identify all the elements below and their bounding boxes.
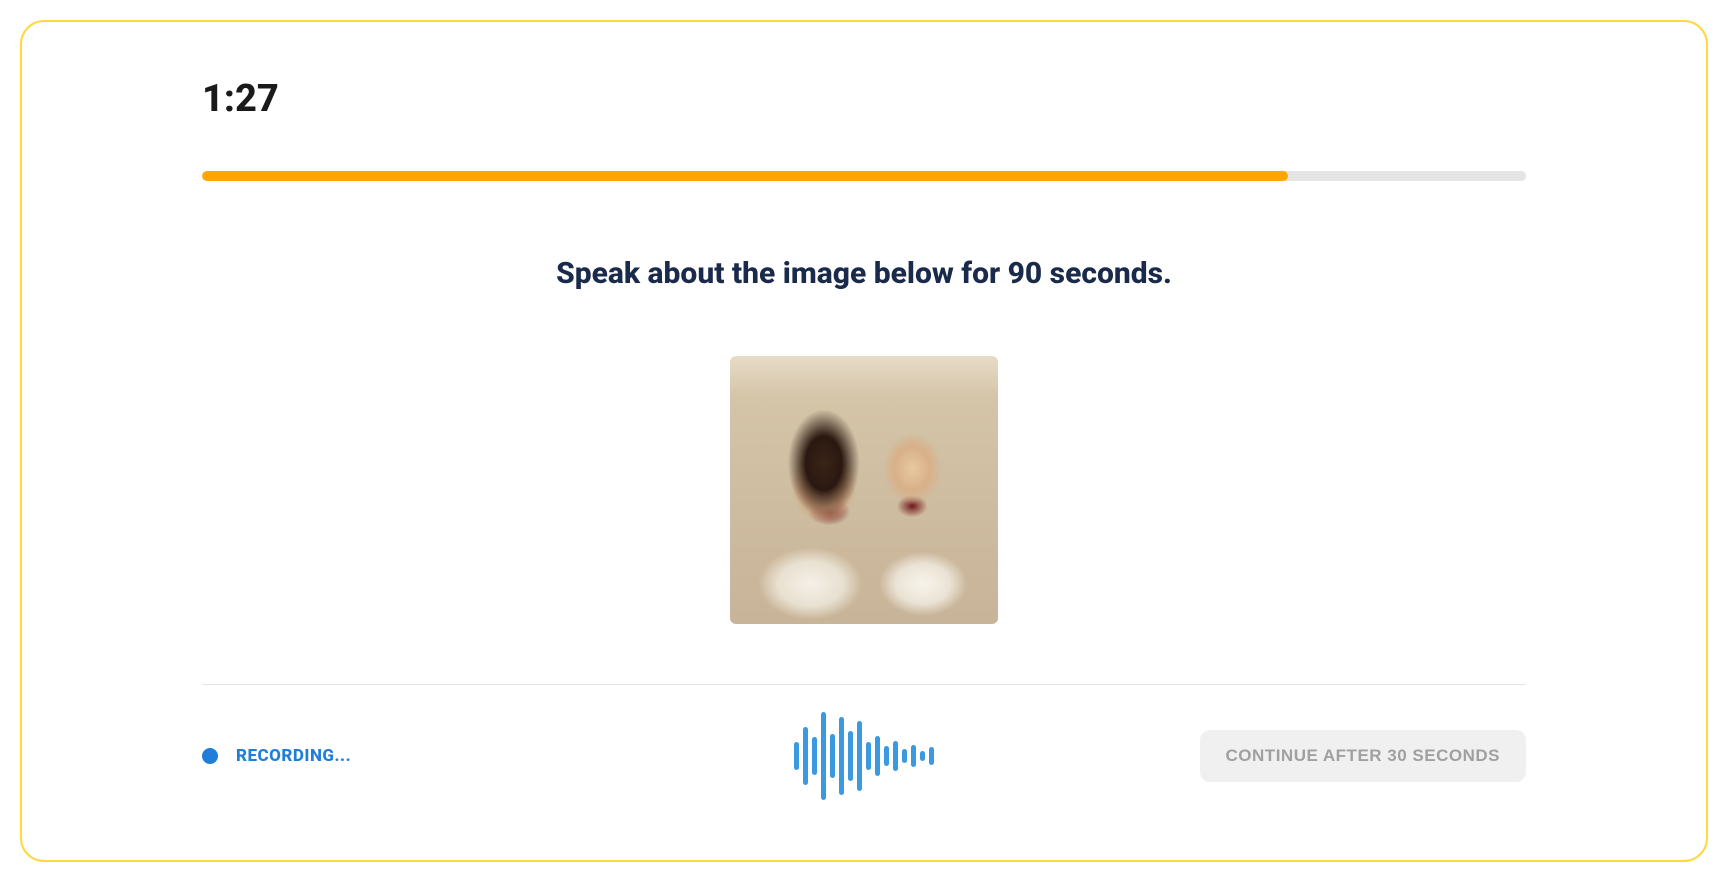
waveform-bar xyxy=(794,742,799,770)
waveform-bar xyxy=(884,746,889,766)
exercise-card: 1:27 Speak about the image below for 90 … xyxy=(20,20,1708,862)
waveform-bar xyxy=(839,717,844,795)
progress-fill xyxy=(202,171,1288,181)
waveform-bar xyxy=(929,747,934,765)
waveform-bar xyxy=(902,749,907,763)
waveform-bar xyxy=(812,737,817,775)
image-wrapper xyxy=(202,356,1526,624)
progress-bar xyxy=(202,171,1526,181)
prompt-image xyxy=(730,356,998,624)
continue-button[interactable]: CONTINUE AFTER 30 SECONDS xyxy=(1200,730,1526,782)
divider xyxy=(202,684,1526,685)
waveform-bar xyxy=(920,751,925,761)
recording-dot-icon xyxy=(202,748,218,764)
waveform-bar xyxy=(911,745,916,767)
waveform-bar xyxy=(803,727,808,785)
waveform-bar xyxy=(866,742,871,770)
waveform-bar xyxy=(848,731,853,781)
recording-status: RECORDING... xyxy=(202,746,351,766)
footer: RECORDING... CONTINUE AFTER 30 SECONDS xyxy=(202,730,1526,782)
waveform-bar xyxy=(857,721,862,791)
recording-label: RECORDING... xyxy=(236,746,351,766)
waveform-bar xyxy=(830,734,835,778)
countdown-timer: 1:27 xyxy=(202,77,1526,121)
audio-waveform-icon xyxy=(794,711,934,801)
waveform-bar xyxy=(893,741,898,771)
waveform-bar xyxy=(875,736,880,776)
instruction-text: Speak about the image below for 90 secon… xyxy=(202,256,1526,291)
waveform-bar xyxy=(821,712,826,800)
